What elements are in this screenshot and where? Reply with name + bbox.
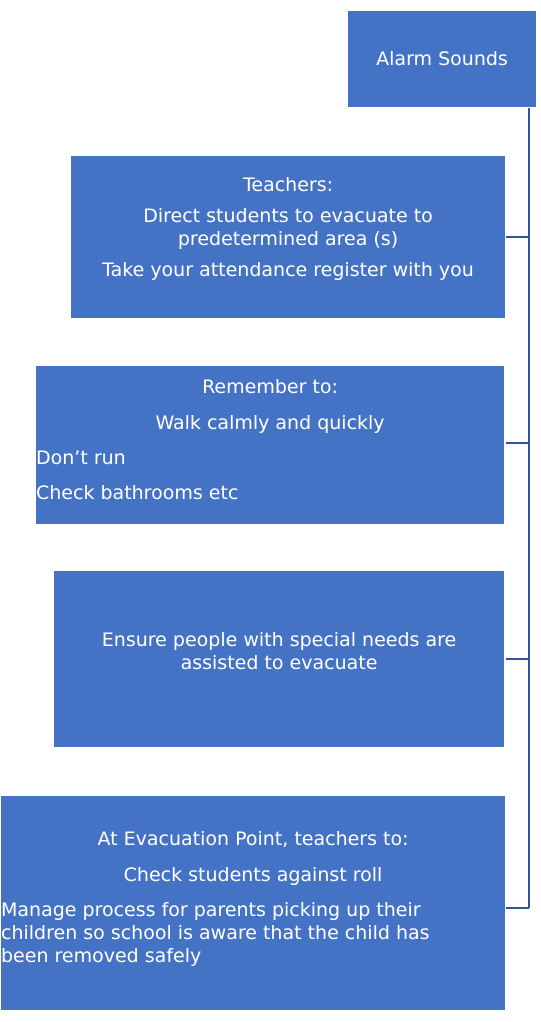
evacuation-heading: At Evacuation Point, teachers to: <box>97 828 409 850</box>
evacuation-line-2: Manage process for parents picking up th… <box>1 899 421 921</box>
special-needs-box: Ensure people with special needs are ass… <box>53 570 505 748</box>
remember-line-2: Don’t run <box>36 447 126 469</box>
teachers-heading: Teachers: <box>243 174 333 196</box>
teachers-box: Teachers: Direct students to evacuate to… <box>70 155 506 319</box>
remember-line-1: Walk calmly and quickly <box>155 412 385 434</box>
teachers-line-1: Direct students to evacuate to <box>143 205 433 227</box>
remember-heading: Remember to: <box>202 376 338 398</box>
alarm-sounds-text: Alarm Sounds <box>376 47 508 70</box>
evacuation-line-4: been removed safely <box>1 945 202 967</box>
special-needs-line-2: assisted to evacuate <box>180 652 378 674</box>
alarm-sounds-box: Alarm Sounds <box>347 10 537 108</box>
evacuation-line-3: children so school is aware that the chi… <box>1 922 430 944</box>
remember-line-3: Check bathrooms etc <box>36 482 239 504</box>
teachers-line-3: Take your attendance register with you <box>102 259 474 281</box>
teachers-line-2: predetermined area (s) <box>177 228 399 250</box>
evacuation-point-box: At Evacuation Point, teachers to: Check … <box>0 795 506 1011</box>
evacuation-line-1: Check students against roll <box>123 864 383 886</box>
remember-to-box: Remember to: Walk calmly and quickly Don… <box>35 365 505 525</box>
special-needs-line-1: Ensure people with special needs are <box>101 629 457 651</box>
